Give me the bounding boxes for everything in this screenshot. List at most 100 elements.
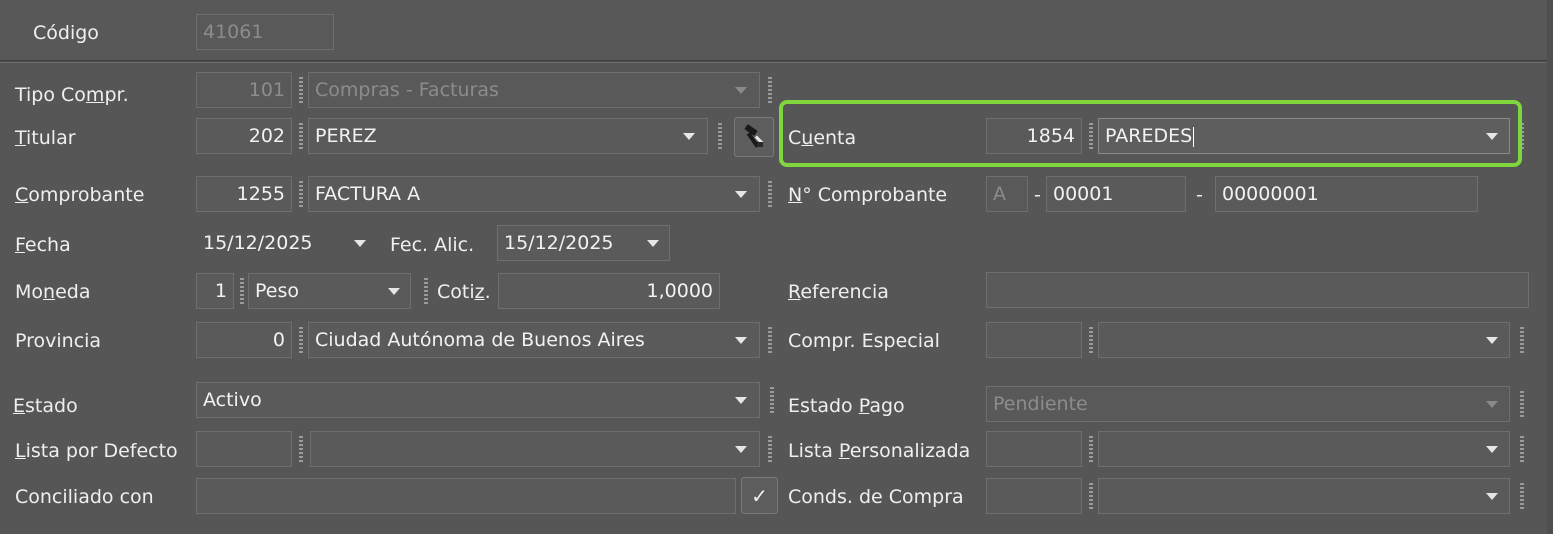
conciliado-field[interactable] [196,478,736,514]
comprobante-code-field[interactable]: 1255 [196,176,292,212]
estado-pago-label-a: Estado [788,395,859,417]
chevron-down-icon[interactable] [683,133,695,140]
lista-personalizada-label-a: Lista [788,440,839,462]
fec-alic-date-picker[interactable]: 15/12/2025 [497,225,670,261]
estado-pago-label-u: P [858,395,870,417]
moneda-name-combo[interactable]: Peso [248,273,411,309]
chevron-down-icon[interactable] [647,240,659,247]
grip-handle [1089,483,1093,509]
chevron-down-icon[interactable] [735,397,747,404]
moneda-name: Peso [255,280,299,302]
cotiz-label-b: . [484,281,491,303]
chevron-down-icon[interactable] [1486,133,1498,140]
cuenta-label-b: enta [813,127,857,149]
nro-comprobante-punto-field[interactable]: 00001 [1046,176,1186,212]
estado-combo[interactable]: Activo [196,382,760,418]
fecha-date-picker[interactable]: 15/12/2025 [196,225,376,261]
conciliado-check-button[interactable]: ✓ [741,477,778,514]
grip-handle [1089,436,1093,462]
lista-defecto-name-combo[interactable] [310,431,760,467]
nro-comprobante-numero-field[interactable]: 00000001 [1215,176,1478,212]
tipo-compr-label-a: Tipo Co [15,84,86,106]
referencia-field[interactable] [986,272,1529,308]
nro-comprobante-sep1: - [1034,184,1041,206]
tipo-compr-label-u: m [85,84,105,106]
grip-handle [1089,327,1093,353]
grip-handle [299,327,303,353]
fecha-label: Fecha [15,234,71,256]
titular-lookup-button[interactable] [734,117,774,157]
referencia-label: Referencia [788,281,889,303]
lista-personalizada-name-combo[interactable] [1098,431,1510,467]
estado-pago-label: Estado Pago [788,395,905,417]
provincia-label: Provincia [15,330,102,352]
comprobante-name-combo[interactable]: FACTURA A [308,176,760,212]
chevron-down-icon[interactable] [354,240,366,247]
conds-compra-name-combo[interactable] [1098,478,1510,514]
cuenta-code-field[interactable]: 1854 [986,118,1082,154]
chevron-down-icon[interactable] [735,191,747,198]
referencia-label-u: R [788,281,801,303]
chevron-down-icon[interactable] [1486,446,1498,453]
comprobante-label-b: omprobante [28,184,145,206]
chevron-down-icon[interactable] [1486,493,1498,500]
nro-comprobante-label-u: N [788,184,803,206]
grip-handle [1089,123,1093,149]
chevron-down-icon[interactable] [388,288,400,295]
grip-handle [299,123,303,149]
grip-handle [1520,436,1524,462]
provincia-name: Ciudad Autónoma de Buenos Aires [315,329,645,351]
estado-pago-value: Pendiente [993,393,1088,415]
fecha-label-b: echa [24,234,71,256]
grip-handle [768,436,772,462]
cotiz-label-a: Coti [437,281,475,303]
cuenta-label-a: C [788,127,802,149]
grip-handle [1520,391,1524,417]
chevron-down-icon[interactable] [1486,337,1498,344]
cotiz-label-u: z [474,281,485,303]
conds-compra-code-field[interactable] [986,478,1082,514]
titular-label-u: T [15,127,27,149]
fec-alic-value: 15/12/2025 [504,232,614,254]
nro-comprobante-sep2: - [1196,184,1203,206]
lista-personalizada-code-field[interactable] [986,431,1082,467]
cotiz-label: Cotiz. [437,281,491,303]
compr-especial-name-combo[interactable] [1098,322,1510,358]
grip-handle [768,77,772,103]
check-icon: ✓ [751,483,768,508]
tipo-compr-label-b: pr. [104,84,129,106]
lista-defecto-label-u: L [15,440,26,462]
tipo-compr-name: Compras - Facturas [315,79,499,101]
text-caret [1193,126,1195,147]
cotiz-field[interactable]: 1,0000 [498,273,720,309]
nro-comprobante-label-b: ° Comprobante [802,184,948,206]
cuenta-name-combo[interactable]: PAREDES [1098,118,1510,154]
conds-compra-label: Conds. de Compra [788,486,964,508]
nro-comprobante-letter-field: A [986,176,1028,212]
grip-handle [1520,483,1524,509]
moneda-code-field[interactable]: 1 [196,273,234,309]
tipo-compr-label: Tipo Compr. [15,84,129,106]
moneda-label-a: Mo [15,281,44,303]
hammer-tool-icon [744,124,764,148]
grip-handle [1520,327,1524,353]
chevron-down-icon[interactable] [735,446,747,453]
chevron-down-icon[interactable] [735,337,747,344]
titular-label-b: itular [26,127,76,149]
grip-handle [299,181,303,207]
grip-handle [1520,123,1524,149]
titular-name-combo[interactable]: PEREZ [308,118,708,154]
compr-especial-label: Compr. Especial [788,330,940,352]
lista-personalizada-label: Lista Personalizada [788,440,970,462]
titular-name: PEREZ [315,125,377,147]
codigo-label: Código [33,22,99,44]
tipo-compr-code-field: 101 [196,72,292,108]
lista-defecto-code-field[interactable] [196,431,292,467]
titular-code-field[interactable]: 202 [196,118,292,154]
provincia-code-field[interactable]: 0 [196,322,292,358]
provincia-name-combo[interactable]: Ciudad Autónoma de Buenos Aires [308,322,760,358]
chevron-down-icon [735,87,747,94]
compr-especial-code-field[interactable] [986,322,1082,358]
lista-defecto-label-b: ista por Defecto [25,440,178,462]
cuenta-label: Cuenta [788,127,856,149]
